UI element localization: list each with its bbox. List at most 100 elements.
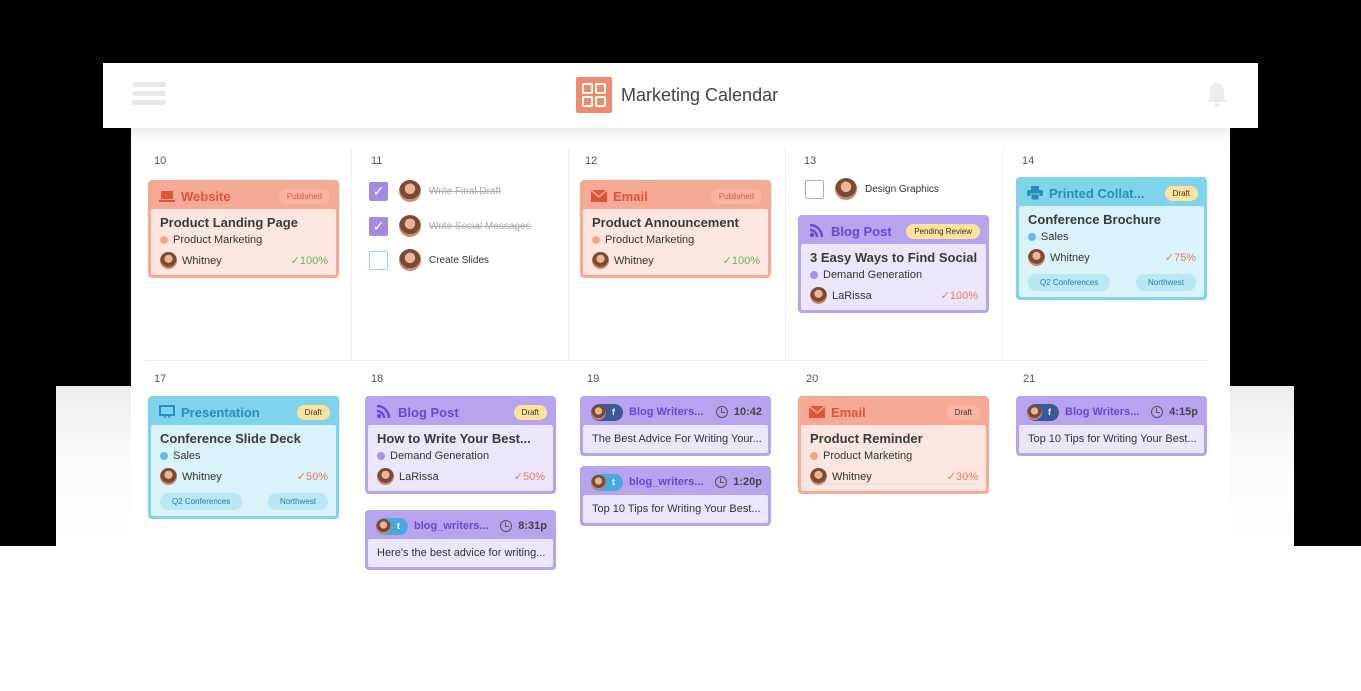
social-account: Blog Writers...	[629, 406, 704, 418]
tag[interactable]: Northwest	[1135, 274, 1196, 291]
card-type: Blog Post	[831, 223, 892, 239]
social-post-card[interactable]: f Blog Writers... 4:15p Top 10 Tips for …	[1016, 396, 1207, 456]
progress-value: 30%	[955, 470, 978, 483]
social-account: blog_writers...	[414, 520, 489, 532]
progress-value: 50%	[305, 470, 328, 483]
owner-name: Whitney	[182, 470, 222, 483]
checkbox-unchecked[interactable]	[369, 250, 388, 270]
facebook-account-pill: f	[591, 403, 623, 421]
avatar	[810, 468, 827, 485]
avatar	[835, 178, 857, 200]
day-number: 17	[154, 373, 167, 385]
grid-divider	[568, 147, 569, 360]
card-type: Email	[831, 404, 866, 420]
content-card-email[interactable]: Email Draft Product Reminder Product Mar…	[798, 396, 989, 494]
tag[interactable]: Q2 Conferences	[160, 493, 243, 510]
task-item[interactable]: ✓ Write Final Draft	[369, 180, 501, 202]
checkbox-checked[interactable]: ✓	[369, 181, 388, 201]
category-dot	[160, 452, 168, 460]
status-badge: Draft	[1164, 185, 1198, 201]
content-card-presentation[interactable]: Presentation Draft Conference Slide Deck…	[148, 396, 339, 519]
social-post-card[interactable]: t blog_writers... 1:20p Top 10 Tips for …	[580, 466, 771, 526]
status-badge: Draft	[946, 404, 980, 420]
content-card-blog-post[interactable]: Blog Post Draft How to Write Your Best..…	[365, 396, 556, 494]
task-item[interactable]: Design Graphics	[805, 178, 939, 200]
screenshot-stage: Marketing Calendar 10 11 12 13 14 17 18 …	[0, 0, 1361, 691]
category-dot	[810, 452, 818, 460]
card-title: Conference Brochure	[1028, 212, 1161, 227]
owner-name: LaRissa	[832, 289, 872, 302]
owner-name: Whitney	[1050, 251, 1090, 264]
tag[interactable]: Q2 Conferences	[1028, 274, 1111, 291]
post-time: 8:31p	[518, 520, 547, 532]
facebook-icon: f	[612, 407, 615, 417]
content-card-blog-post[interactable]: Blog Post Pending Review 3 Easy Ways to …	[798, 215, 989, 313]
task-item[interactable]: Create Slides	[369, 249, 489, 271]
category-dot	[1028, 233, 1036, 241]
envelope-icon	[591, 189, 607, 202]
app-title: Marketing Calendar	[621, 84, 779, 105]
avatar	[810, 287, 827, 304]
avatar	[399, 180, 421, 202]
progress-value: 50%	[522, 470, 545, 483]
social-account: Blog Writers...	[1065, 406, 1140, 418]
facebook-icon: f	[1048, 407, 1051, 417]
card-title: Product Reminder	[810, 431, 923, 446]
status-badge: Published	[710, 188, 762, 204]
owner-name: Whitney	[182, 254, 222, 267]
category-dot	[592, 236, 600, 244]
facebook-account-pill: f	[1027, 403, 1059, 421]
tag[interactable]: Northwest	[267, 493, 328, 510]
status-badge: Draft	[296, 404, 330, 420]
clock-icon	[500, 520, 513, 532]
social-post-card[interactable]: f Blog Writers... 10:42 The Best Advice …	[580, 396, 771, 456]
card-title: Product Announcement	[592, 215, 739, 230]
avatar	[377, 468, 394, 485]
owner-name: Whitney	[832, 470, 872, 483]
avatar	[591, 474, 606, 490]
checkbox-checked[interactable]: ✓	[369, 216, 388, 236]
task-label: Design Graphics	[865, 183, 939, 195]
category-label: Sales	[1041, 231, 1069, 243]
progress-value: 75%	[1173, 251, 1196, 264]
avatar	[591, 404, 606, 420]
twitter-account-pill: t	[591, 473, 623, 491]
avatar	[1028, 249, 1045, 266]
hamburger-menu-icon[interactable]	[132, 82, 166, 108]
content-card-email[interactable]: Email Published Product Announcement Pro…	[580, 180, 771, 278]
category-dot	[810, 271, 818, 279]
category-label: Demand Generation	[390, 450, 490, 462]
content-card-website[interactable]: Website Published Product Landing Page P…	[148, 180, 339, 278]
grid-divider	[1002, 147, 1003, 360]
post-text: Top 10 Tips for Writing Your Best...	[583, 495, 768, 523]
owner-name: LaRissa	[399, 470, 439, 483]
status-badge: Published	[278, 188, 330, 204]
day-number: 14	[1022, 155, 1035, 167]
post-time: 10:42	[733, 406, 762, 418]
calendar-grid-icon	[576, 77, 612, 113]
avatar	[160, 468, 177, 485]
card-title: How to Write Your Best...	[377, 431, 531, 446]
card-title: Product Landing Page	[160, 215, 298, 230]
day-number: 10	[154, 155, 167, 167]
brand: Marketing Calendar	[576, 77, 778, 113]
post-time: 4:15p	[1169, 406, 1198, 418]
owner-name: Whitney	[614, 254, 654, 267]
category-label: Product Marketing	[173, 234, 263, 246]
week-divider	[145, 360, 1209, 361]
social-account: blog_writers...	[629, 476, 704, 488]
content-card-printed-collateral[interactable]: Printed Collat... Draft Conference Broch…	[1016, 177, 1207, 300]
rss-icon	[809, 224, 824, 238]
day-number: 13	[804, 155, 817, 167]
bell-icon[interactable]	[1205, 81, 1229, 109]
post-text: Here's the best advice for writing...	[368, 539, 553, 567]
card-title: Conference Slide Deck	[160, 431, 301, 446]
twitter-icon: t	[397, 521, 400, 531]
task-item[interactable]: ✓ Write Social Messages	[369, 215, 531, 237]
presentation-icon	[159, 405, 175, 419]
social-post-card[interactable]: t blog_writers... 8:31p Here's the best …	[365, 510, 556, 570]
twitter-account-pill: t	[376, 517, 408, 535]
category-label: Product Marketing	[605, 234, 695, 246]
checkbox-unchecked[interactable]	[805, 179, 824, 199]
clock-icon	[715, 406, 728, 418]
